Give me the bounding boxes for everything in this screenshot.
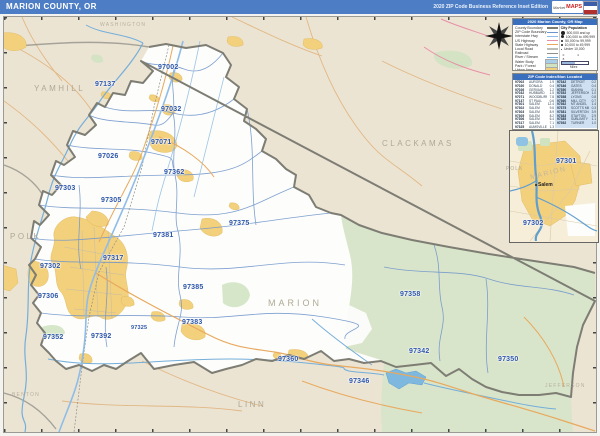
scale-label: Miles [569,64,578,69]
city-class-row: Under 10,000 [560,47,595,52]
scale-bar-row: 0 4 8 Miles [560,52,595,69]
frame-ticks-top [4,17,596,20]
legend-symbol-list: County Boundary ZIP Code Boundary Inters… [513,25,559,71]
legend-item-swatch [546,48,558,50]
legend-item-swatch [546,44,558,46]
header-bar: MARION COUNTY, OR 2020 ZIP Code Business… [0,0,600,15]
frame-ticks-bottom [4,429,596,432]
zip-index-zip: 97325 [515,124,525,129]
city-size-dot-icon [560,39,564,43]
city-size-dot-icon [560,44,563,47]
zip-index-row: 97392 TURNER 1.0 [557,121,596,125]
scale-bars: 0 4 8 Miles 0 4 8 Kilometers [560,52,595,71]
brand-market-text: Market [552,4,566,10]
brand-logo: Market MAPS [552,1,583,13]
map-canvas [4,17,596,432]
zip-index-name: AUMSVILLE [529,124,547,129]
scale-ticks: 0 4 8 [563,70,595,71]
map-frame: 2020 Marion County, OR Map County Bounda… [3,16,599,433]
zip-index-name: TURNER [571,120,585,125]
legend-item-label: Urban Area [515,67,534,71]
legend-item-swatch [546,35,558,38]
compass-icon [485,22,513,50]
zip-index-row: 97325 AUMSVILLE 1.3 [515,125,554,129]
city-class-list: 500,000 and up 100,000 to 499,999 50,000… [560,30,595,52]
scale-bar-row: 0 4 8 Kilometers [561,70,595,71]
zip-index-pct: 1.0 [591,120,596,125]
legend-item-swatch [546,52,558,54]
edition-subtitle: 2020 ZIP Code Business Reference Inset E… [433,4,548,10]
legend-city-column: City Population 500,000 and up 100,000 t… [558,25,597,71]
brand-maps-text: MAPS [566,4,583,10]
map-title: MARION COUNTY, OR [6,2,97,11]
zip-index-pct: 1.3 [549,124,554,129]
city-class-label: Under 10,000 [563,47,585,52]
zip-index-column-1: 97002 AURORA 1.9 97020 DONALD 0.4 97026 [513,80,555,128]
zip-index-panel: ZIP Code Index/Non Located 97002 AURORA … [512,73,598,130]
inset-canvas [510,131,598,242]
legend-item-swatch [546,31,558,33]
badge-stripe-red [584,10,597,14]
zip-index-zip: 97392 [557,120,567,125]
zip-index-column-2: 97342 DETROIT 0.2 97346 GATES 0.4 97350 [555,80,597,129]
frame-ticks-left [4,17,7,432]
inset-map [509,130,599,243]
scale-ticks: 0 4 8 [562,52,585,61]
legend-item: Urban Area [515,66,558,71]
city-size-dot-icon [560,30,565,35]
legend-item-swatch [546,26,558,30]
legend-item-swatch [544,66,558,70]
legend-panel: 2020 Marion County, OR Map County Bounda… [512,18,598,71]
city-size-dot-icon [560,48,562,51]
vendor-badge [583,1,598,15]
legend-item-swatch [546,40,558,42]
page: MARION COUNTY, OR 2020 ZIP Code Business… [0,0,600,436]
